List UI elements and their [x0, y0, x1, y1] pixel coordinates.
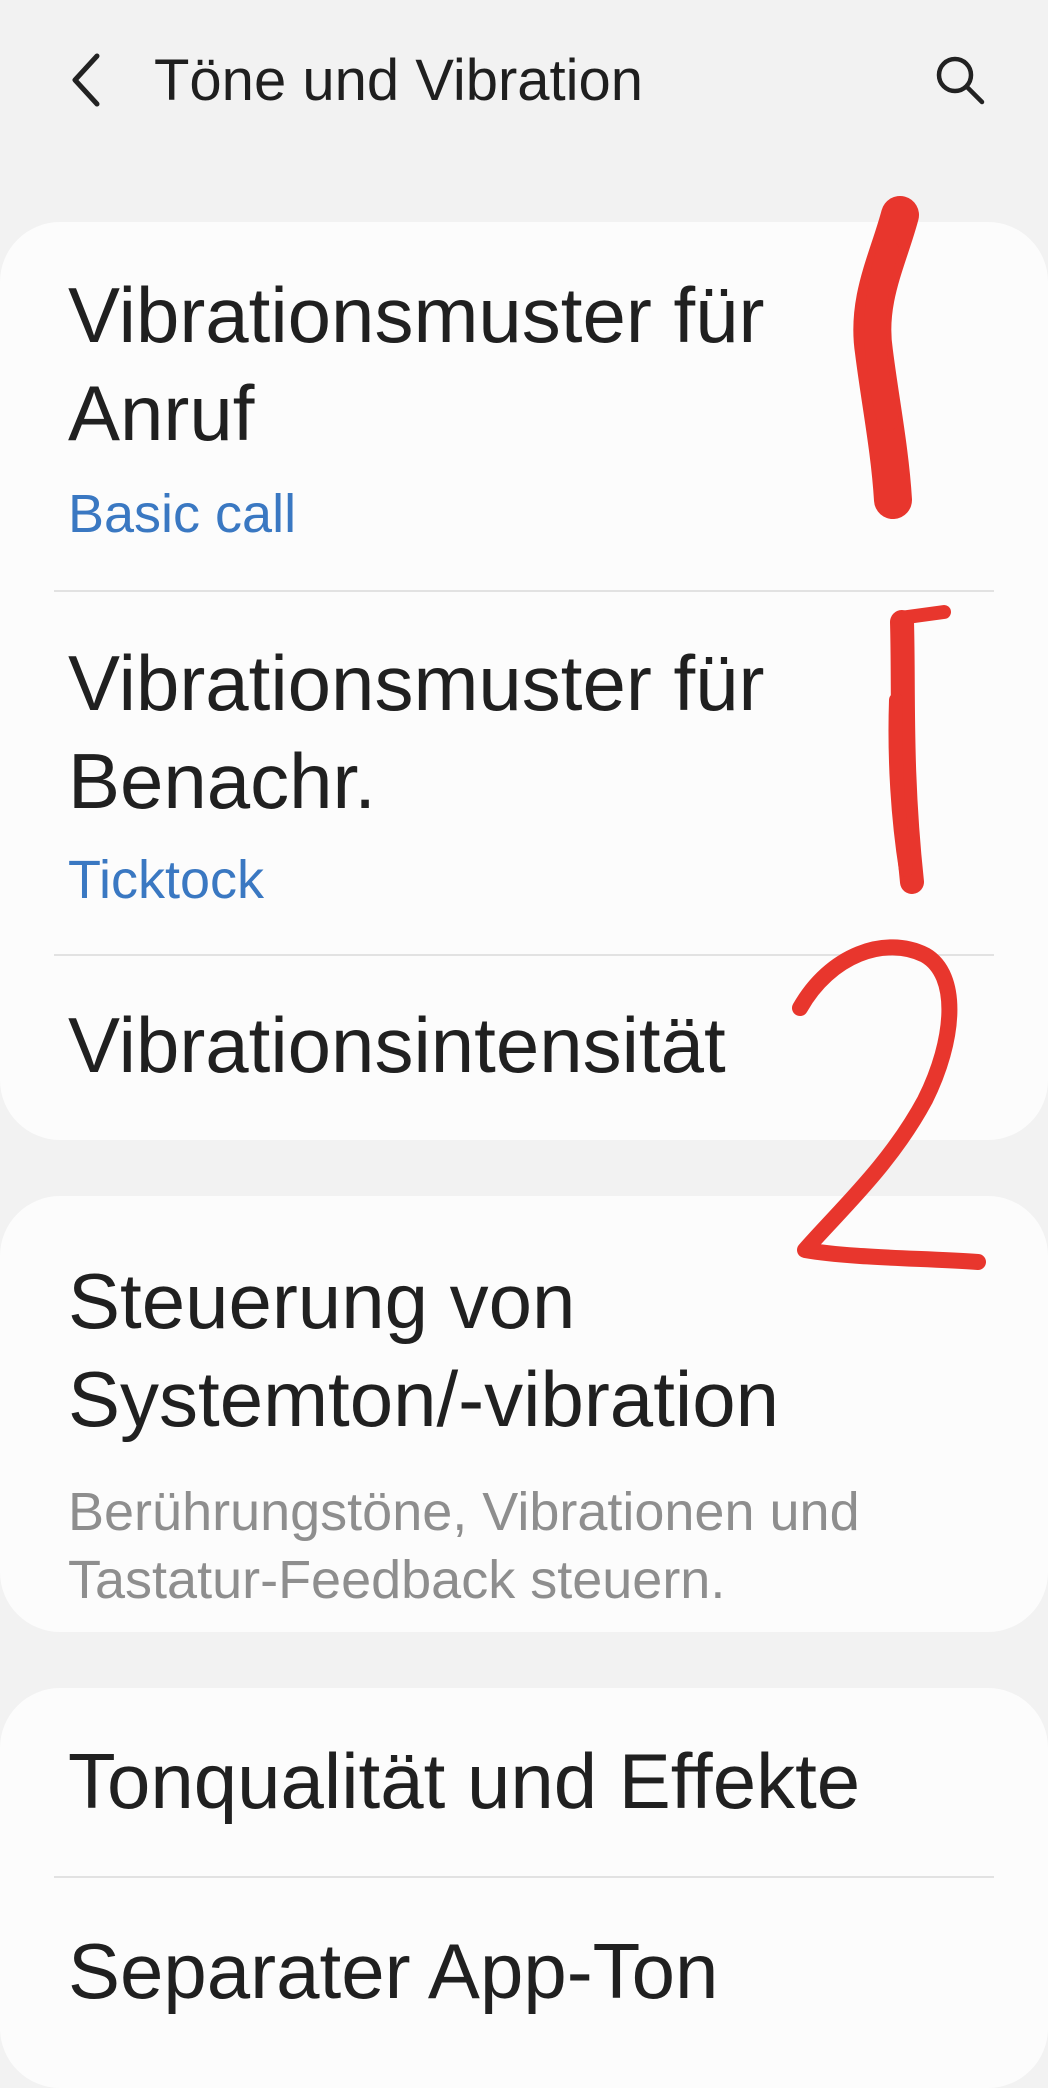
settings-card-sound-quality: Tonqualität und Effekte Separater App-To… [0, 1688, 1048, 2088]
item-title: Tonqualität und Effekte [68, 1737, 861, 1825]
item-title: Steuerung von Systemton/-vibration [68, 1257, 779, 1443]
chevron-left-icon [72, 53, 100, 107]
list-item-notification-vibration-pattern[interactable]: Vibrationsmuster für Benachr. Ticktock [0, 592, 1048, 954]
item-title: Vibrationsmuster für Benachr. [68, 639, 765, 825]
list-item-system-sound-control[interactable]: Steuerung von Systemton/-vibration Berüh… [0, 1196, 1048, 1632]
list-item-vibration-intensity[interactable]: Vibrationsintensität [0, 956, 1048, 1140]
item-title: Vibrationsmuster für Anruf [68, 271, 765, 457]
item-subtitle: Berührungstöne, Vibrationen und Tastatur… [68, 1482, 860, 1610]
settings-card-system-sound: Steuerung von Systemton/-vibration Berüh… [0, 1196, 1048, 1632]
item-title: Separater App-Ton [68, 1927, 719, 2015]
list-item-sound-quality-effects[interactable]: Tonqualität und Effekte [0, 1688, 1048, 1876]
list-item-separate-app-sound[interactable]: Separater App-Ton [0, 1878, 1048, 2088]
top-app-bar: Töne und Vibration [0, 0, 1048, 160]
item-subtitle: Ticktock [68, 850, 265, 910]
back-button[interactable] [52, 40, 122, 120]
list-item-call-vibration-pattern[interactable]: Vibrationsmuster für Anruf Basic call [0, 222, 1048, 590]
search-button[interactable] [920, 40, 1000, 120]
page-title: Töne und Vibration [154, 48, 644, 113]
search-icon [936, 56, 985, 105]
item-title: Vibrationsintensität [68, 1001, 726, 1089]
settings-card-vibration: Vibrationsmuster für Anruf Basic call Vi… [0, 222, 1048, 1140]
item-subtitle: Basic call [68, 484, 297, 544]
